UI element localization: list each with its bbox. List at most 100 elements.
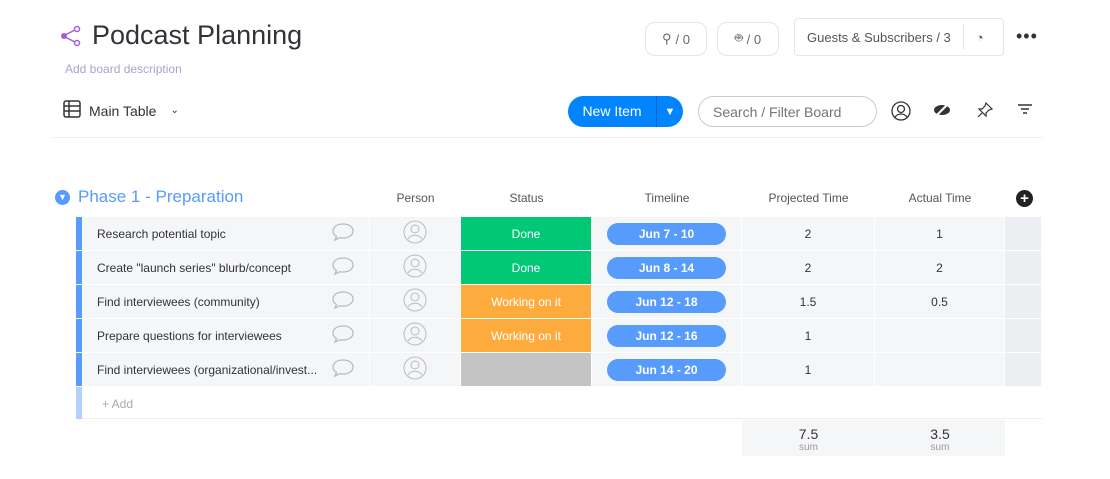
- search-input[interactable]: [698, 96, 877, 127]
- item-name-cell[interactable]: Find interviewees (organizational/invest…: [82, 353, 370, 386]
- add-item-input[interactable]: + Add: [82, 387, 1042, 419]
- timeline-cell[interactable]: Jun 12 - 18: [592, 285, 742, 318]
- chevron-down-icon[interactable]: ▼: [657, 106, 683, 118]
- comment-icon[interactable]: [331, 256, 355, 279]
- status-label: Done: [511, 226, 541, 241]
- person-filter-icon[interactable]: [891, 101, 911, 126]
- status-label: Working on it: [491, 294, 561, 309]
- comment-icon[interactable]: [331, 222, 355, 245]
- timeline-pill[interactable]: Jun 12 - 16: [607, 324, 726, 347]
- pin-icon[interactable]: [976, 101, 994, 124]
- person-placeholder-icon: [403, 288, 427, 315]
- actual-time-cell[interactable]: 1: [875, 217, 1005, 250]
- item-name-cell[interactable]: Prepare questions for interviewees: [82, 319, 370, 352]
- column-header-person[interactable]: Person: [370, 191, 461, 205]
- column-header-actual-time[interactable]: Actual Time: [875, 191, 1005, 205]
- timeline-pill[interactable]: Jun 12 - 18: [607, 290, 726, 313]
- item-name[interactable]: Find interviewees (community): [97, 295, 260, 309]
- hide-icon[interactable]: [933, 101, 951, 124]
- table-row[interactable]: Prepare questions for interviewees Worki…: [76, 319, 1042, 352]
- table-row[interactable]: Find interviewees (organizational/invest…: [76, 353, 1042, 386]
- comment-icon[interactable]: [331, 290, 355, 313]
- table-row[interactable]: Find interviewees (community) Working on…: [76, 285, 1042, 318]
- timeline-cell[interactable]: Jun 7 - 10: [592, 217, 742, 250]
- actual-time-cell[interactable]: [875, 319, 1005, 352]
- new-item-label[interactable]: New Item: [568, 96, 657, 127]
- board-title[interactable]: Podcast Planning: [92, 20, 302, 51]
- share-icon: [60, 25, 82, 52]
- guests-subscribers-button[interactable]: Guests & Subscribers / 3 ◔: [794, 18, 1004, 56]
- row-end-cell: [1005, 353, 1042, 386]
- status-cell[interactable]: Done: [461, 251, 592, 284]
- timeline-pill[interactable]: Jun 8 - 14: [607, 256, 726, 279]
- timeline-pill[interactable]: Jun 7 - 10: [607, 222, 726, 245]
- timeline-pill[interactable]: Jun 14 - 20: [607, 358, 726, 381]
- robot-icon: 🤖︎: [734, 30, 743, 45]
- automations-button[interactable]: 🤖︎/ 0: [717, 22, 779, 56]
- status-cell[interactable]: Working on it: [461, 319, 592, 352]
- activity-icon[interactable]: ◔: [964, 30, 996, 45]
- add-column-icon[interactable]: +: [1016, 190, 1033, 207]
- actual-time-cell[interactable]: [875, 353, 1005, 386]
- person-cell[interactable]: [370, 217, 461, 250]
- column-header-timeline[interactable]: Timeline: [592, 191, 742, 205]
- sum-label: sum: [930, 442, 950, 453]
- automations-count: / 0: [746, 31, 762, 47]
- group-title[interactable]: Phase 1 - Preparation: [78, 187, 243, 207]
- new-item-button[interactable]: New Item ▼: [568, 96, 683, 127]
- projected-time-cell[interactable]: 1: [742, 353, 875, 386]
- integration-icon: ⚲: [662, 31, 672, 46]
- comment-icon[interactable]: [331, 324, 355, 347]
- item-name-cell[interactable]: Research potential topic: [82, 217, 370, 250]
- item-name[interactable]: Research potential topic: [97, 227, 226, 241]
- filter-icon[interactable]: [1017, 101, 1033, 121]
- person-cell[interactable]: [370, 251, 461, 284]
- item-name[interactable]: Create "launch series" blurb/concept: [97, 261, 291, 275]
- add-item-row[interactable]: + Add: [76, 387, 1042, 419]
- comment-icon[interactable]: [331, 358, 355, 381]
- table-row[interactable]: Research potential topic Done Jun 7 - 10…: [76, 217, 1042, 250]
- collapse-icon[interactable]: ▼: [55, 189, 70, 205]
- status-label: Done: [511, 260, 541, 275]
- item-name-cell[interactable]: Find interviewees (community): [82, 285, 370, 318]
- projected-time-cell[interactable]: 2: [742, 217, 875, 250]
- divider: [52, 137, 1042, 138]
- row-end-cell: [1005, 251, 1042, 284]
- group-header[interactable]: ▼ Phase 1 - Preparation: [55, 187, 243, 207]
- item-name[interactable]: Prepare questions for interviewees: [97, 329, 282, 343]
- row-end-cell: [1005, 319, 1042, 352]
- person-placeholder-icon: [403, 356, 427, 383]
- person-cell[interactable]: [370, 353, 461, 386]
- timeline-cell[interactable]: Jun 14 - 20: [592, 353, 742, 386]
- column-header-status[interactable]: Status: [461, 191, 592, 205]
- view-selector[interactable]: Main Table ⌄: [63, 100, 179, 121]
- actual-time-cell[interactable]: 0.5: [875, 285, 1005, 318]
- actual-sum: 3.5 sum: [875, 420, 1005, 456]
- projected-sum: 7.5 sum: [742, 420, 875, 456]
- status-cell[interactable]: [461, 353, 592, 386]
- status-label: Working on it: [491, 328, 561, 343]
- board-description[interactable]: Add board description: [65, 62, 182, 76]
- row-end-cell: [1005, 217, 1042, 250]
- table-row[interactable]: Create "launch series" blurb/concept Don…: [76, 251, 1042, 284]
- status-cell[interactable]: Working on it: [461, 285, 592, 318]
- guests-label: Guests & Subscribers / 3: [807, 29, 951, 45]
- projected-time-cell[interactable]: 1.5: [742, 285, 875, 318]
- projected-time-cell[interactable]: 2: [742, 251, 875, 284]
- integrations-count: / 0: [675, 31, 690, 47]
- timeline-cell[interactable]: Jun 8 - 14: [592, 251, 742, 284]
- projected-time-cell[interactable]: 1: [742, 319, 875, 352]
- status-cell[interactable]: Done: [461, 217, 592, 250]
- integrations-button[interactable]: ⚲/ 0: [645, 22, 707, 56]
- item-name-cell[interactable]: Create "launch series" blurb/concept: [82, 251, 370, 284]
- timeline-cell[interactable]: Jun 12 - 16: [592, 319, 742, 352]
- item-name[interactable]: Find interviewees (organizational/invest…: [97, 363, 317, 377]
- person-cell[interactable]: [370, 319, 461, 352]
- view-label: Main Table: [89, 102, 157, 119]
- actual-time-cell[interactable]: 2: [875, 251, 1005, 284]
- row-end-cell: [1005, 285, 1042, 318]
- sum-label: sum: [799, 442, 818, 453]
- person-cell[interactable]: [370, 285, 461, 318]
- column-header-projected-time[interactable]: Projected Time: [742, 191, 875, 205]
- more-menu-button[interactable]: •••: [1016, 26, 1038, 47]
